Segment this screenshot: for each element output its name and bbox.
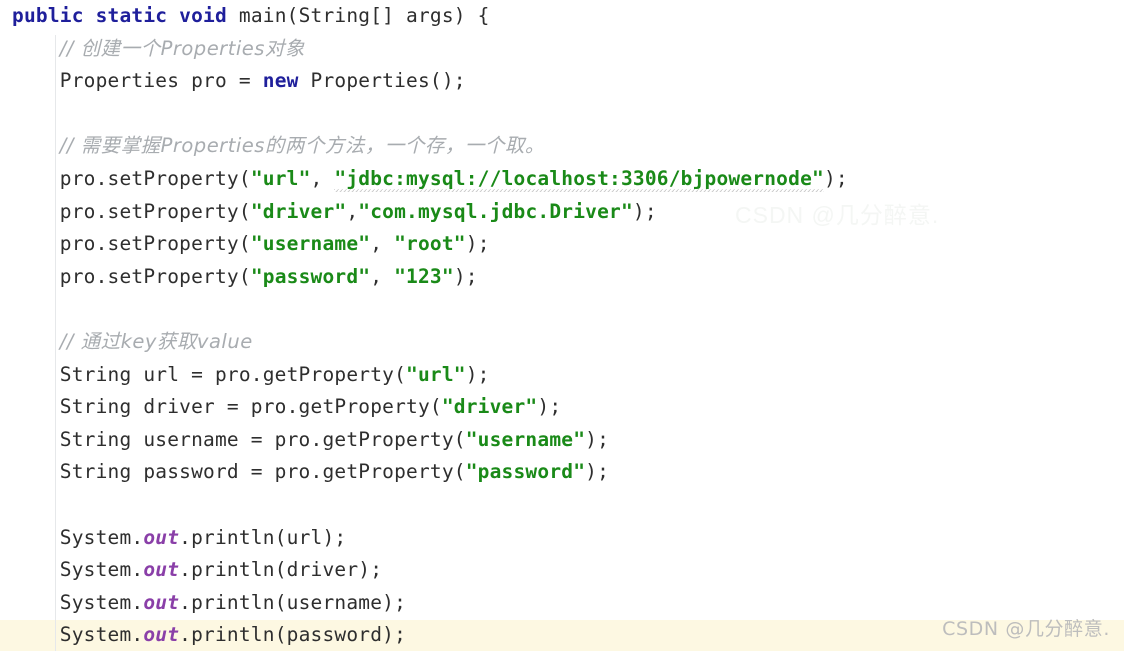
code-screenshot: CSDN @几分醉意. public static void main(Stri… bbox=[0, 0, 1124, 651]
code-token: "username" bbox=[465, 427, 586, 451]
csdn-watermark: CSDN @几分醉意. bbox=[942, 618, 1110, 640]
code-token: System. bbox=[12, 525, 144, 549]
code-token: ); bbox=[465, 232, 490, 256]
code-token: , bbox=[370, 232, 395, 256]
code-line[interactable]: pro.setProperty("username", "root"); bbox=[0, 228, 1124, 261]
code-token: // 需要掌握Properties的两个方法，一个存，一个取。 bbox=[59, 134, 545, 158]
code-token: pro.setProperty( bbox=[12, 232, 251, 256]
code-token: "url" bbox=[406, 362, 466, 386]
code-line[interactable]: String driver = pro.getProperty("driver"… bbox=[0, 391, 1124, 424]
code-token: "password" bbox=[465, 460, 586, 484]
code-token: ); bbox=[585, 427, 610, 451]
code-token: "password" bbox=[250, 264, 371, 288]
code-token: .println(driver); bbox=[179, 558, 383, 582]
code-token: "com.mysql.jdbc.Driver" bbox=[358, 199, 633, 223]
code-token: ); bbox=[632, 199, 657, 223]
code-token: , bbox=[346, 199, 359, 223]
code-block[interactable]: public static void main(String[] args) {… bbox=[0, 0, 1124, 651]
code-token: "jdbc:mysql://localhost:3306/bjpowernode… bbox=[334, 166, 824, 192]
code-token: "username" bbox=[250, 232, 371, 256]
code-token: System. bbox=[12, 558, 144, 582]
code-token: Properties(); bbox=[298, 69, 466, 93]
code-line[interactable]: public static void main(String[] args) { bbox=[0, 0, 1124, 33]
code-line[interactable]: String url = pro.getProperty("url"); bbox=[0, 359, 1124, 392]
code-token: String url = pro.getProperty( bbox=[12, 362, 407, 386]
code-line[interactable]: Properties pro = new Properties(); bbox=[0, 65, 1124, 98]
code-token: String password = pro.getProperty( bbox=[12, 460, 466, 484]
code-line[interactable]: // 需要掌握Properties的两个方法，一个存，一个取。 bbox=[0, 130, 1124, 163]
code-token: , bbox=[370, 264, 395, 288]
code-token: String username = pro.getProperty( bbox=[12, 427, 466, 451]
code-line[interactable]: String username = pro.getProperty("usern… bbox=[0, 424, 1124, 457]
code-token: ); bbox=[453, 264, 478, 288]
code-token: pro.setProperty( bbox=[12, 264, 251, 288]
code-token: "driver" bbox=[250, 199, 347, 223]
code-line[interactable] bbox=[0, 489, 1124, 522]
code-line[interactable]: // 创建一个Properties对象 bbox=[0, 33, 1124, 66]
code-token: main(String[] args) { bbox=[238, 4, 490, 27]
code-token: .println(password); bbox=[179, 623, 407, 647]
code-line[interactable]: String password = pro.getProperty("passw… bbox=[0, 456, 1124, 489]
code-line[interactable]: // 通过key获取value bbox=[0, 326, 1124, 359]
code-token: out bbox=[143, 558, 180, 582]
code-line[interactable] bbox=[0, 98, 1124, 131]
code-line[interactable]: System.out.println(url); bbox=[0, 522, 1124, 555]
code-token: pro.setProperty( bbox=[12, 199, 251, 223]
code-token: public static void bbox=[12, 4, 239, 27]
code-token: out bbox=[143, 590, 180, 614]
code-token: System. bbox=[12, 590, 144, 614]
code-token: System. bbox=[12, 623, 144, 647]
code-token: ); bbox=[465, 362, 490, 386]
code-token: pro.setProperty( bbox=[12, 166, 251, 190]
code-token: ); bbox=[823, 166, 848, 190]
code-token: out bbox=[143, 525, 180, 549]
code-token: .println(url); bbox=[179, 525, 347, 549]
code-line[interactable] bbox=[0, 293, 1124, 326]
code-token: // 通过key获取value bbox=[59, 329, 253, 353]
code-line[interactable]: pro.setProperty("password", "123"); bbox=[0, 261, 1124, 294]
code-token: Properties pro = bbox=[12, 69, 263, 93]
code-token: "123" bbox=[394, 264, 454, 288]
code-token: "url" bbox=[250, 166, 311, 190]
code-token: ); bbox=[537, 395, 562, 419]
code-token: String driver = pro.getProperty( bbox=[12, 395, 442, 419]
code-token: // 创建一个Properties对象 bbox=[59, 36, 305, 60]
code-token: "root" bbox=[394, 232, 466, 256]
code-token: , bbox=[310, 166, 335, 190]
code-token: ); bbox=[585, 460, 610, 484]
code-line[interactable]: pro.setProperty("url", "jdbc:mysql://loc… bbox=[0, 163, 1124, 196]
code-line[interactable]: pro.setProperty("driver","com.mysql.jdbc… bbox=[0, 196, 1124, 229]
code-token: new bbox=[262, 69, 299, 93]
code-token: out bbox=[143, 623, 180, 647]
code-line[interactable]: System.out.println(driver); bbox=[0, 554, 1124, 587]
code-token: "driver" bbox=[441, 395, 538, 419]
code-token: .println(username); bbox=[179, 590, 407, 614]
